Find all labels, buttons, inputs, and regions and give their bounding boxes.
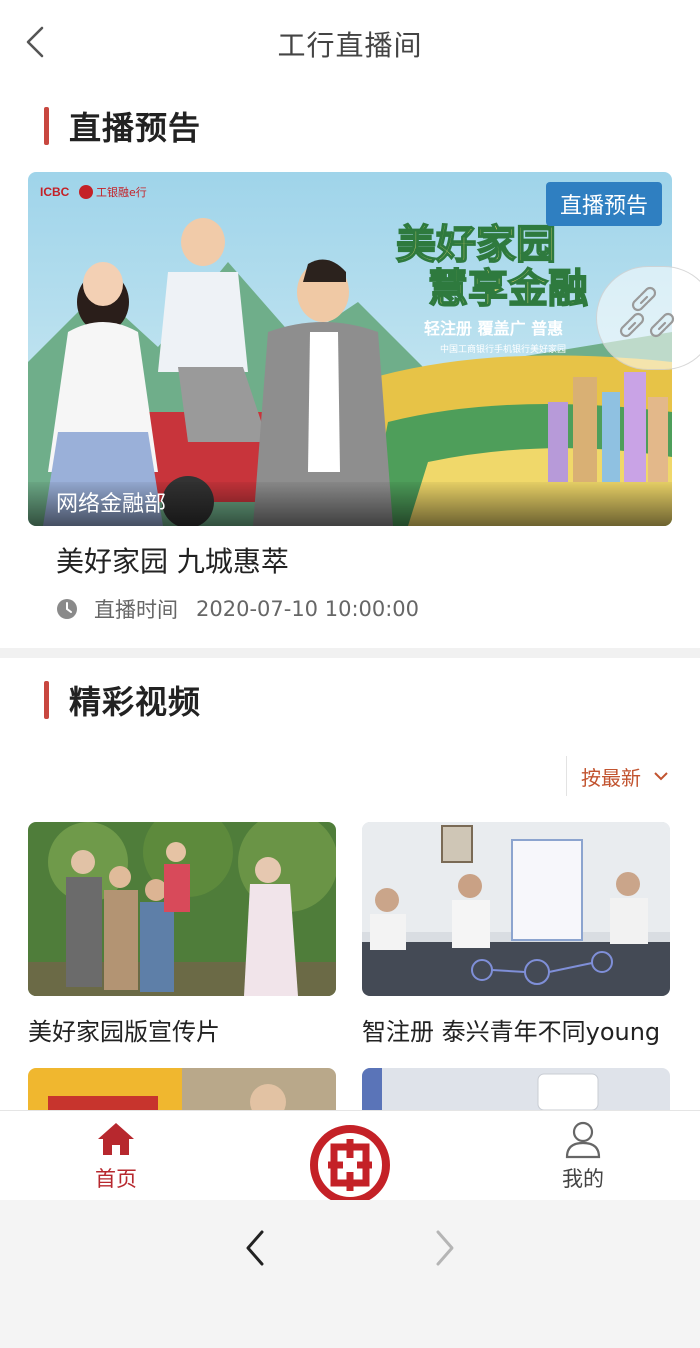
live-event-title[interactable]: 美好家园 九城惠萃 (56, 540, 289, 580)
banner-sub: 中国工商银行手机银行美好家园 (440, 343, 566, 355)
top-nav-bar: 工行直播间 (0, 0, 700, 88)
video-thumbnail-image (28, 1068, 336, 1110)
live-time-label: 直播时间 (94, 598, 178, 622)
live-preview-card[interactable]: ICBC 工银融e行 美好家园 慧享金融 轻注册 覆盖广 普惠 中国工商银行手机… (28, 172, 672, 526)
sort-dropdown[interactable]: 按最新 (566, 756, 686, 796)
banner-brand-cn: 工银融e行 (96, 185, 147, 199)
live-preview-badge: 直播预告 (545, 182, 662, 226)
banner-brand: ICBC (40, 185, 70, 199)
video-section-header: 精彩视频 (44, 680, 202, 721)
clock-icon (57, 599, 77, 619)
tab-home[interactable]: 首页 (46, 1111, 186, 1201)
sort-label: 按最新 (581, 765, 641, 790)
live-time-value: 2020-07-10 10:00:00 (196, 597, 420, 621)
banner-title-line2: 慧享金融 (428, 266, 588, 312)
video-thumbnail-partial[interactable] (362, 1068, 670, 1110)
video-thumbnail-partial[interactable] (28, 1068, 336, 1110)
live-section-header: 直播预告 (44, 106, 202, 147)
user-icon (565, 1121, 601, 1159)
chevron-left-icon (246, 1230, 264, 1266)
live-section-heading: 直播预告 (69, 109, 202, 147)
section-accent-bar (44, 681, 49, 719)
floating-link-button[interactable] (596, 266, 700, 370)
video-section-heading: 精彩视频 (69, 683, 202, 721)
tab-mine[interactable]: 我的 (513, 1111, 653, 1201)
icbc-logo-icon (310, 1125, 390, 1205)
live-time-row: 直播时间 2020-07-10 10:00:00 (56, 594, 419, 624)
tab-home-label: 首页 (95, 1167, 137, 1191)
banner-tagline: 轻注册 覆盖广 普惠 (424, 319, 563, 338)
section-accent-bar (44, 107, 49, 145)
video-title[interactable]: 美好家园版宣传片 (28, 1012, 220, 1047)
home-icon (98, 1123, 134, 1155)
icbc-logo-button[interactable] (310, 1125, 390, 1205)
browser-nav-bar (0, 1200, 700, 1348)
browser-forward-button[interactable] (424, 1228, 464, 1268)
video-thumbnail[interactable] (362, 822, 670, 996)
video-thumbnail-image (28, 822, 336, 996)
tab-mine-label: 我的 (562, 1167, 604, 1191)
page-title: 工行直播间 (277, 29, 423, 62)
banner-title-line1: 美好家园 (396, 222, 556, 268)
department-label: 网络金融部 (56, 492, 167, 517)
bottom-tab-bar: 首页 我的 (0, 1110, 700, 1205)
video-thumbnail[interactable] (28, 822, 336, 996)
browser-back-button[interactable] (236, 1228, 276, 1268)
section-divider (0, 648, 700, 658)
video-title[interactable]: 智注册 泰兴青年不同young (362, 1012, 660, 1047)
video-thumbnail-image (362, 1068, 670, 1110)
chevron-right-icon (436, 1230, 454, 1266)
link-chain-icon (619, 286, 675, 338)
video-thumbnail-image (362, 822, 670, 996)
chevron-down-icon (654, 772, 668, 781)
